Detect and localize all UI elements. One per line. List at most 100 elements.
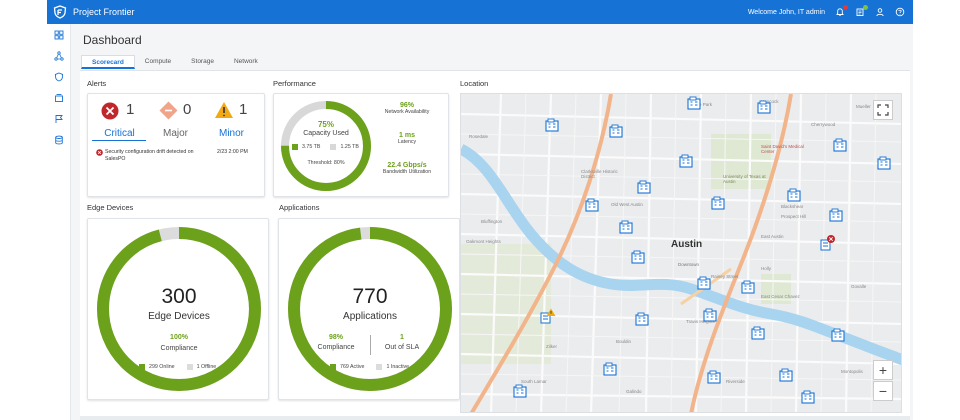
stat-divider — [370, 335, 371, 355]
minor-icon — [215, 102, 233, 118]
place-label: Saint David's Medical Center — [761, 144, 804, 154]
alert-item[interactable]: Security configuration drift detected on… — [96, 149, 214, 163]
tab-compute[interactable]: Compute — [135, 55, 181, 69]
layers-icon — [55, 93, 63, 102]
tasks-icon[interactable] — [855, 5, 868, 17]
fullscreen-icon — [877, 104, 889, 116]
critical-site-marker[interactable] — [820, 235, 836, 251]
site-marker[interactable] — [637, 180, 651, 194]
site-marker[interactable] — [801, 390, 815, 404]
alerts-heading: Alerts — [87, 79, 107, 88]
inactive-count: 1 Inactive — [386, 364, 410, 370]
welcome-text: Welcome John, IT admin — [747, 8, 825, 16]
help-icon[interactable] — [895, 7, 905, 17]
app-title: Project Frontier — [73, 7, 135, 17]
place-label: Mueller — [856, 104, 871, 109]
flag-icon — [55, 114, 63, 123]
place-label: Cherrywood — [811, 122, 836, 127]
place-label: Riverside — [726, 379, 745, 384]
place-label: East Austin — [761, 234, 784, 239]
minor-count: 1 — [239, 101, 248, 118]
major-tab[interactable]: Major — [148, 128, 203, 139]
site-marker[interactable] — [711, 196, 725, 210]
site-marker[interactable] — [619, 220, 633, 234]
site-marker[interactable] — [787, 188, 801, 202]
place-label: Blackshear — [781, 204, 804, 209]
applications-compliance-label: Compliance — [317, 344, 355, 351]
site-marker[interactable] — [687, 96, 701, 110]
tab-storage[interactable]: Storage — [181, 55, 224, 69]
site-marker[interactable] — [585, 198, 599, 212]
notification-dot — [843, 5, 848, 10]
sidebar-item-security[interactable] — [47, 66, 71, 87]
site-marker[interactable] — [545, 118, 559, 132]
place-label: Rosedale — [469, 134, 489, 139]
tab-scorecard[interactable]: Scorecard — [81, 55, 135, 69]
site-marker[interactable] — [829, 208, 843, 222]
place-label: Bluffington — [481, 219, 503, 224]
sidebar-item-resources[interactable] — [47, 87, 71, 108]
place-label: Montopolis — [841, 369, 863, 374]
zoom-in-button[interactable]: + — [873, 360, 893, 380]
site-marker[interactable] — [741, 280, 755, 294]
place-label: East Cesar Chavez — [761, 294, 800, 299]
place-label: Clarksville Historic District — [581, 169, 618, 179]
bottom-strip — [80, 416, 910, 420]
online-swatch — [139, 364, 145, 370]
site-marker[interactable] — [631, 250, 645, 264]
site-marker[interactable] — [513, 384, 527, 398]
site-marker[interactable] — [779, 368, 793, 382]
free-value: 1.25 TB — [340, 144, 359, 150]
tab-bar: Scorecard Compute Storage Network — [81, 55, 268, 69]
location-map[interactable]: Austin Downtown Hancock Hyde Park Cherry… — [460, 93, 902, 413]
brand[interactable]: Project Frontier — [47, 5, 135, 19]
main-content: Dashboard Scorecard Compute Storage Netw… — [71, 24, 913, 420]
site-marker[interactable] — [635, 312, 649, 326]
user-icon[interactable] — [875, 7, 885, 17]
used-swatch — [292, 144, 298, 150]
edge-compliance-label: Compliance — [160, 345, 198, 352]
site-marker[interactable] — [833, 138, 847, 152]
site-marker[interactable] — [751, 326, 765, 340]
alerts-card: 1 0 1 Critical Major Minor Security conf… — [87, 93, 265, 197]
site-marker[interactable] — [603, 362, 617, 376]
alert-time: 2/23 2:00 PM — [217, 149, 248, 155]
critical-small-icon — [96, 149, 103, 156]
minor-site-marker[interactable] — [540, 308, 556, 324]
place-label: Oakmont Heights — [466, 239, 501, 244]
applications-heading: Applications — [279, 203, 320, 212]
site-marker[interactable] — [697, 276, 711, 290]
site-marker[interactable] — [757, 100, 771, 114]
performance-heading: Performance — [273, 79, 316, 88]
sidebar-item-flags[interactable] — [47, 108, 71, 129]
minor-tab[interactable]: Minor — [204, 128, 259, 139]
offline-swatch — [186, 364, 193, 370]
sidebar-item-storage[interactable] — [47, 129, 71, 150]
tab-network[interactable]: Network — [224, 55, 268, 69]
frontier-logo-icon — [53, 5, 67, 19]
latency: 1 ms Latency — [362, 132, 452, 146]
latency-value: 1 ms — [399, 132, 415, 139]
zoom-out-button[interactable]: − — [873, 381, 893, 401]
site-marker[interactable] — [831, 328, 845, 342]
capacity-label: Capacity Used — [303, 130, 349, 137]
place-label: Holly — [761, 266, 772, 271]
applications-count: 770 — [352, 285, 388, 308]
bell-icon[interactable] — [835, 5, 848, 17]
place-label: Govalle — [851, 284, 867, 289]
place-label: Galindo — [626, 389, 642, 394]
site-marker[interactable] — [877, 156, 891, 170]
fullscreen-button[interactable] — [873, 100, 893, 120]
critical-tab[interactable]: Critical — [92, 128, 147, 139]
site-marker[interactable] — [703, 308, 717, 322]
location-heading: Location — [460, 79, 489, 88]
sidebar-item-dashboard[interactable] — [47, 24, 71, 45]
site-marker[interactable] — [609, 124, 623, 138]
performance-card: 75% Capacity Used 3.75 TB 1.25 TB Thresh… — [273, 93, 449, 197]
page-title: Dashboard — [83, 33, 142, 47]
sidebar — [47, 24, 71, 420]
sidebar-item-network[interactable] — [47, 45, 71, 66]
task-dot — [863, 5, 868, 10]
site-marker[interactable] — [707, 370, 721, 384]
site-marker[interactable] — [679, 154, 693, 168]
